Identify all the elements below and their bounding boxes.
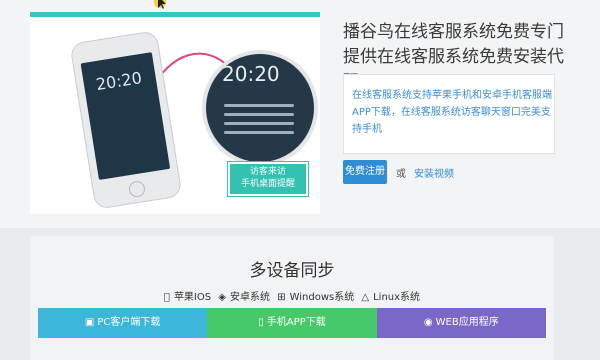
phone-time: 20:20 [94, 68, 144, 95]
info-description-box: 在线客服系统支持苹果手机和安卓手机客服端APP下载，在线客服系统访客聊天窗口完美… [343, 74, 555, 154]
install-video-link[interactable]: 安装视频 [414, 165, 454, 180]
mobile-icon: ▯ [258, 317, 264, 328]
zoom-magnifier: 20:20 [202, 50, 318, 166]
free-signup-button[interactable]: 免费注册 [343, 160, 387, 184]
apple-icon:  [164, 292, 170, 303]
pc-client-download-button[interactable]: ▣ PC客户端下载 [38, 308, 208, 338]
platform-android: 安卓系统 [227, 292, 270, 303]
windows-icon: ⊞ [274, 292, 285, 303]
or-text: 或 [396, 169, 406, 180]
web-app-label: WEB应用程序 [435, 317, 499, 328]
phone-home-button [127, 179, 147, 199]
platform-ios: 苹果IOS [170, 292, 211, 303]
badge-line-2: 手机桌面提醒 [240, 179, 295, 189]
hero-image: 20:20 20:20 访客来访 手机桌面提醒 [30, 12, 320, 214]
monitor-icon: ▣ [84, 317, 95, 328]
web-app-button[interactable]: ◉ WEB应用程序 [376, 308, 546, 338]
mobile-app-download-button[interactable]: ▯ 手机APP下载 [207, 308, 377, 338]
platform-windows: Windows系统 [286, 292, 355, 303]
badge-line-1: 访客来访 [249, 167, 286, 177]
pc-download-label: PC客户端下载 [97, 317, 161, 328]
zoom-time: 20:20 [222, 62, 280, 86]
section-title: 多设备同步 [249, 261, 335, 281]
chat-icon: ◉ [423, 317, 433, 328]
platform-linux: Linux系统 [370, 292, 420, 303]
multi-device-section: 多设备同步 苹果IOS ◈安卓系统 ⊞Windows系统 △Linux系统 ▣… [30, 236, 554, 360]
notification-lines [224, 104, 294, 140]
download-button-row: ▣ PC客户端下载 ▯ 手机APP下载 ◉ WEB应用程序 [38, 308, 546, 338]
platform-list: 苹果IOS ◈安卓系统 ⊞Windows系统 △Linux系统 [30, 288, 554, 303]
info-description: 在线客服系统支持苹果手机和安卓手机客服端APP下载，在线客服系统访客聊天窗口完美… [352, 90, 552, 135]
app-download-label: 手机APP下载 [266, 317, 326, 328]
linux-icon: △ [358, 292, 369, 303]
phone-screen: 20:20 [80, 52, 171, 180]
visitor-alert-badge: 访客来访 手机桌面提醒 [230, 164, 306, 194]
android-icon: ◈ [215, 292, 226, 303]
mouse-cursor-icon [154, 0, 166, 9]
